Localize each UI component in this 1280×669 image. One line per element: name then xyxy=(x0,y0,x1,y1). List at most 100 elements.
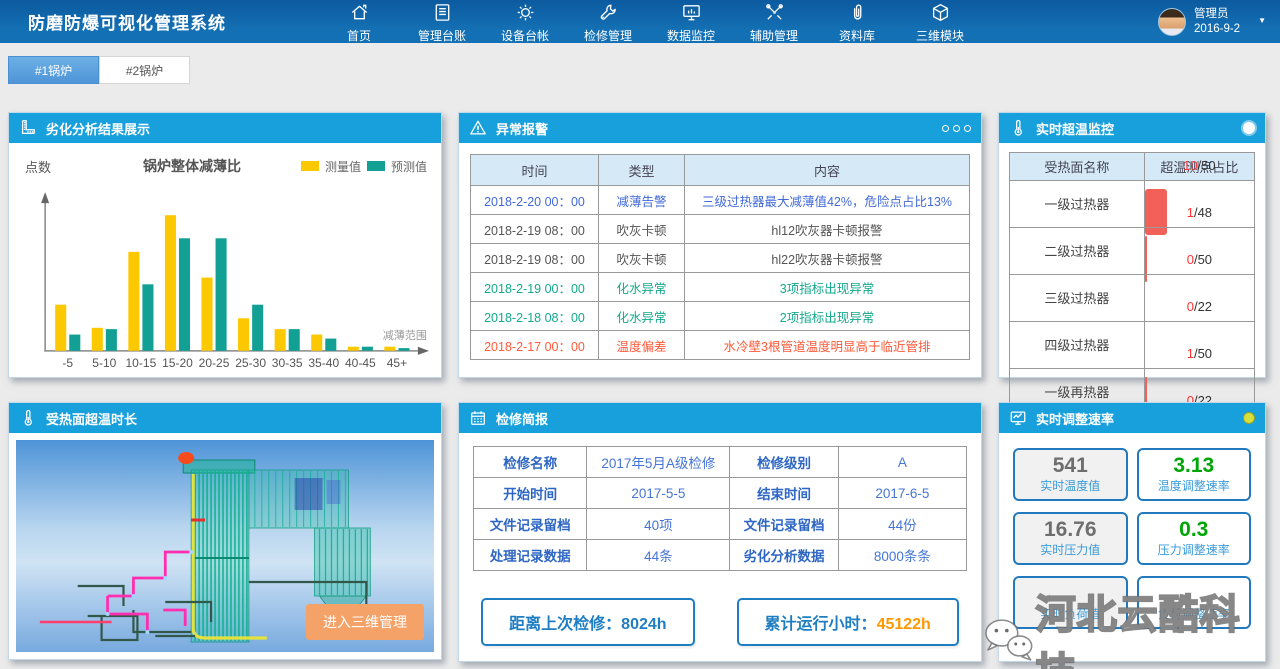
alarm-time: 2018-2-17 00：00 xyxy=(471,331,599,360)
maintenance-table: 检修名称 2017年5月A级检修 检修级别 A 开始时间 2017-5-5 结束… xyxy=(473,446,967,571)
legend-swatch xyxy=(301,161,319,171)
rate-value: 0.3 xyxy=(1179,519,1208,541)
panel-title: 实时调整速率 xyxy=(1036,409,1114,428)
alarm-row: 2018-2-20 00：00 减薄告警 三级过热器最大减薄值42%，危险点占比… xyxy=(471,186,970,215)
overtemp-col-header: 受热面名称 xyxy=(1010,153,1145,181)
rate-value: 16.76 xyxy=(1044,519,1097,541)
legend-label: 预测值 xyxy=(391,158,427,175)
maintenance-stat-button-total-hours[interactable]: 累计运行小时：45122h xyxy=(737,598,959,646)
alarm-time: 2018-2-19 08：00 xyxy=(471,215,599,244)
paperclip-icon xyxy=(847,2,868,26)
chart-legend: 测量值 预测值 xyxy=(301,158,427,175)
panel-title: 受热面超温时长 xyxy=(46,409,137,428)
pager-dot[interactable] xyxy=(953,125,960,132)
alarm-time: 2018-2-20 00：00 xyxy=(471,186,599,215)
rate-card: 3.13 温度调整速率 xyxy=(1137,448,1252,501)
chevron-down-icon[interactable]: ▼ xyxy=(1258,16,1266,26)
gear-icon xyxy=(515,2,536,26)
overtemp-ratio: 1/50 xyxy=(1145,346,1254,362)
app-title: 防磨防爆可视化管理系统 xyxy=(28,9,226,34)
panel-degradation-analysis: 劣化分析结果展示 点数 锅炉整体减薄比 测量值 预测值 -55-1010-151… xyxy=(8,112,442,378)
maintenance-label: 开始时间 xyxy=(474,478,587,509)
dashboard-root: 防磨防爆可视化管理系统 首页 管理台账 设备台帐 检修管理 数据监控 辅助管理 … xyxy=(0,0,1280,669)
nav-item-label: 三维模块 xyxy=(916,27,964,44)
nav-item-label: 辅助管理 xyxy=(750,27,798,44)
enter-3d-button[interactable]: 进入三维管理 xyxy=(306,604,424,640)
svg-text:40-45: 40-45 xyxy=(345,356,376,370)
maintenance-stat-button-since-last[interactable]: 距离上次检修：8024h xyxy=(481,598,694,646)
maintenance-row: 开始时间 2017-5-5 结束时间 2017-6-5 xyxy=(474,478,967,509)
maintenance-row: 文件记录留档 40项 文件记录留档 44份 xyxy=(474,509,967,540)
nav-item-device[interactable]: 设备台帐 xyxy=(500,0,550,44)
maintenance-row: 检修名称 2017年5月A级检修 检修级别 A xyxy=(474,447,967,478)
rate-label: 实时温度值 xyxy=(1040,477,1100,494)
svg-text:35-40: 35-40 xyxy=(308,356,339,370)
thinning-bar-chart: -55-1010-1515-2020-2525-3030-3535-4040-4… xyxy=(9,176,441,375)
home-icon xyxy=(349,2,370,26)
panel-maintenance-brief: 检修简报 检修名称 2017年5月A级检修 检修级别 A 开始时间 2017-5… xyxy=(458,402,982,662)
alarm-col-header: 时间 xyxy=(471,155,599,186)
maintenance-label: 结束时间 xyxy=(730,478,838,509)
boiler-tabs: #1锅炉#2锅炉 xyxy=(8,56,190,84)
alarm-type: 化水异常 xyxy=(599,273,685,302)
nav-item-data[interactable]: 数据监控 xyxy=(666,0,716,44)
alarm-content: 3项指标出现异常 xyxy=(685,273,970,302)
rate-value: 3.13 xyxy=(1173,455,1214,477)
alarm-col-header: 内容 xyxy=(685,155,970,186)
nav-item-label: 数据监控 xyxy=(667,27,715,44)
legend-swatch xyxy=(367,161,385,171)
alarm-type: 吹灰卡顿 xyxy=(599,215,685,244)
alarm-table: 时间类型内容 2018-2-20 00：00 减薄告警 三级过热器最大减薄值42… xyxy=(470,154,970,360)
maintenance-label: 文件记录留档 xyxy=(730,509,838,540)
svg-text:30-35: 30-35 xyxy=(272,356,303,370)
alarm-col-header: 类型 xyxy=(599,155,685,186)
alarm-content: 三级过热器最大减薄值42%，危险点占比13% xyxy=(685,186,970,215)
surface-name: 一级过热器 xyxy=(1010,181,1145,228)
svg-text:20-25: 20-25 xyxy=(199,356,230,370)
tab-boiler-2[interactable]: #2锅炉 xyxy=(99,56,190,84)
alarm-time: 2018-2-19 00：00 xyxy=(471,273,599,302)
calendar-icon xyxy=(469,409,487,427)
user-menu[interactable]: 管理员 2016-9-2 ▼ xyxy=(1158,7,1266,37)
panel-title: 检修简报 xyxy=(496,409,548,428)
nav-item-home[interactable]: 首页 xyxy=(334,0,384,44)
nav-item-ledger[interactable]: 管理台账 xyxy=(417,0,467,44)
panel-title: 劣化分析结果展示 xyxy=(46,119,150,138)
status-indicator xyxy=(1243,412,1255,424)
nav-item-library[interactable]: 资料库 xyxy=(832,0,882,44)
rate-value: 541 xyxy=(1053,455,1088,477)
nav-item-repair[interactable]: 检修管理 xyxy=(583,0,633,44)
maintenance-value: 44份 xyxy=(838,509,966,540)
monitor-chart-icon xyxy=(1009,409,1027,427)
tab-boiler-1[interactable]: #1锅炉 xyxy=(8,56,99,84)
alarm-type: 温度偏差 xyxy=(599,331,685,360)
maintenance-label: 劣化分析数据 xyxy=(730,540,838,571)
rate-label: 压力调整速率 xyxy=(1158,541,1230,558)
nav-item-aux[interactable]: 辅助管理 xyxy=(749,0,799,44)
alarm-content: hl12吹灰器卡顿报警 xyxy=(685,215,970,244)
rate-card: 实时负荷值 xyxy=(1013,576,1128,629)
rate-card: 16.76 实时压力值 xyxy=(1013,512,1128,565)
rate-label: 实时压力值 xyxy=(1040,541,1100,558)
rate-label: 负荷调整速率 xyxy=(1158,605,1230,622)
monitor-icon xyxy=(681,2,702,26)
ruler-icon xyxy=(19,119,37,137)
surface-name: 二级过热器 xyxy=(1010,227,1145,274)
panel-title: 实时超温监控 xyxy=(1036,119,1114,138)
rate-card: 负荷调整速率 xyxy=(1137,576,1252,629)
nav-item-three-d[interactable]: 三维模块 xyxy=(915,0,965,44)
rate-card: 541 实时温度值 xyxy=(1013,448,1128,501)
maintenance-value: 40项 xyxy=(587,509,730,540)
pager-dot[interactable] xyxy=(942,125,949,132)
maintenance-row: 处理记录数据 44条 劣化分析数据 8000条条 xyxy=(474,540,967,571)
panel-heating-surface-overtemp: 受热面超温时长 xyxy=(8,402,442,660)
warning-icon xyxy=(469,119,487,137)
rate-card: 0.3 压力调整速率 xyxy=(1137,512,1252,565)
pager-dot[interactable] xyxy=(964,125,971,132)
alarm-time: 2018-2-18 08：00 xyxy=(471,302,599,331)
panel-abnormal-alarms: 异常报警 时间类型内容 2018-2-20 00：00 减薄告警 三级过热器最大… xyxy=(458,112,982,378)
svg-text:25-30: 25-30 xyxy=(235,356,266,370)
avatar xyxy=(1158,8,1186,36)
thermometer-icon xyxy=(1009,119,1027,137)
nav-item-label: 设备台帐 xyxy=(501,27,549,44)
